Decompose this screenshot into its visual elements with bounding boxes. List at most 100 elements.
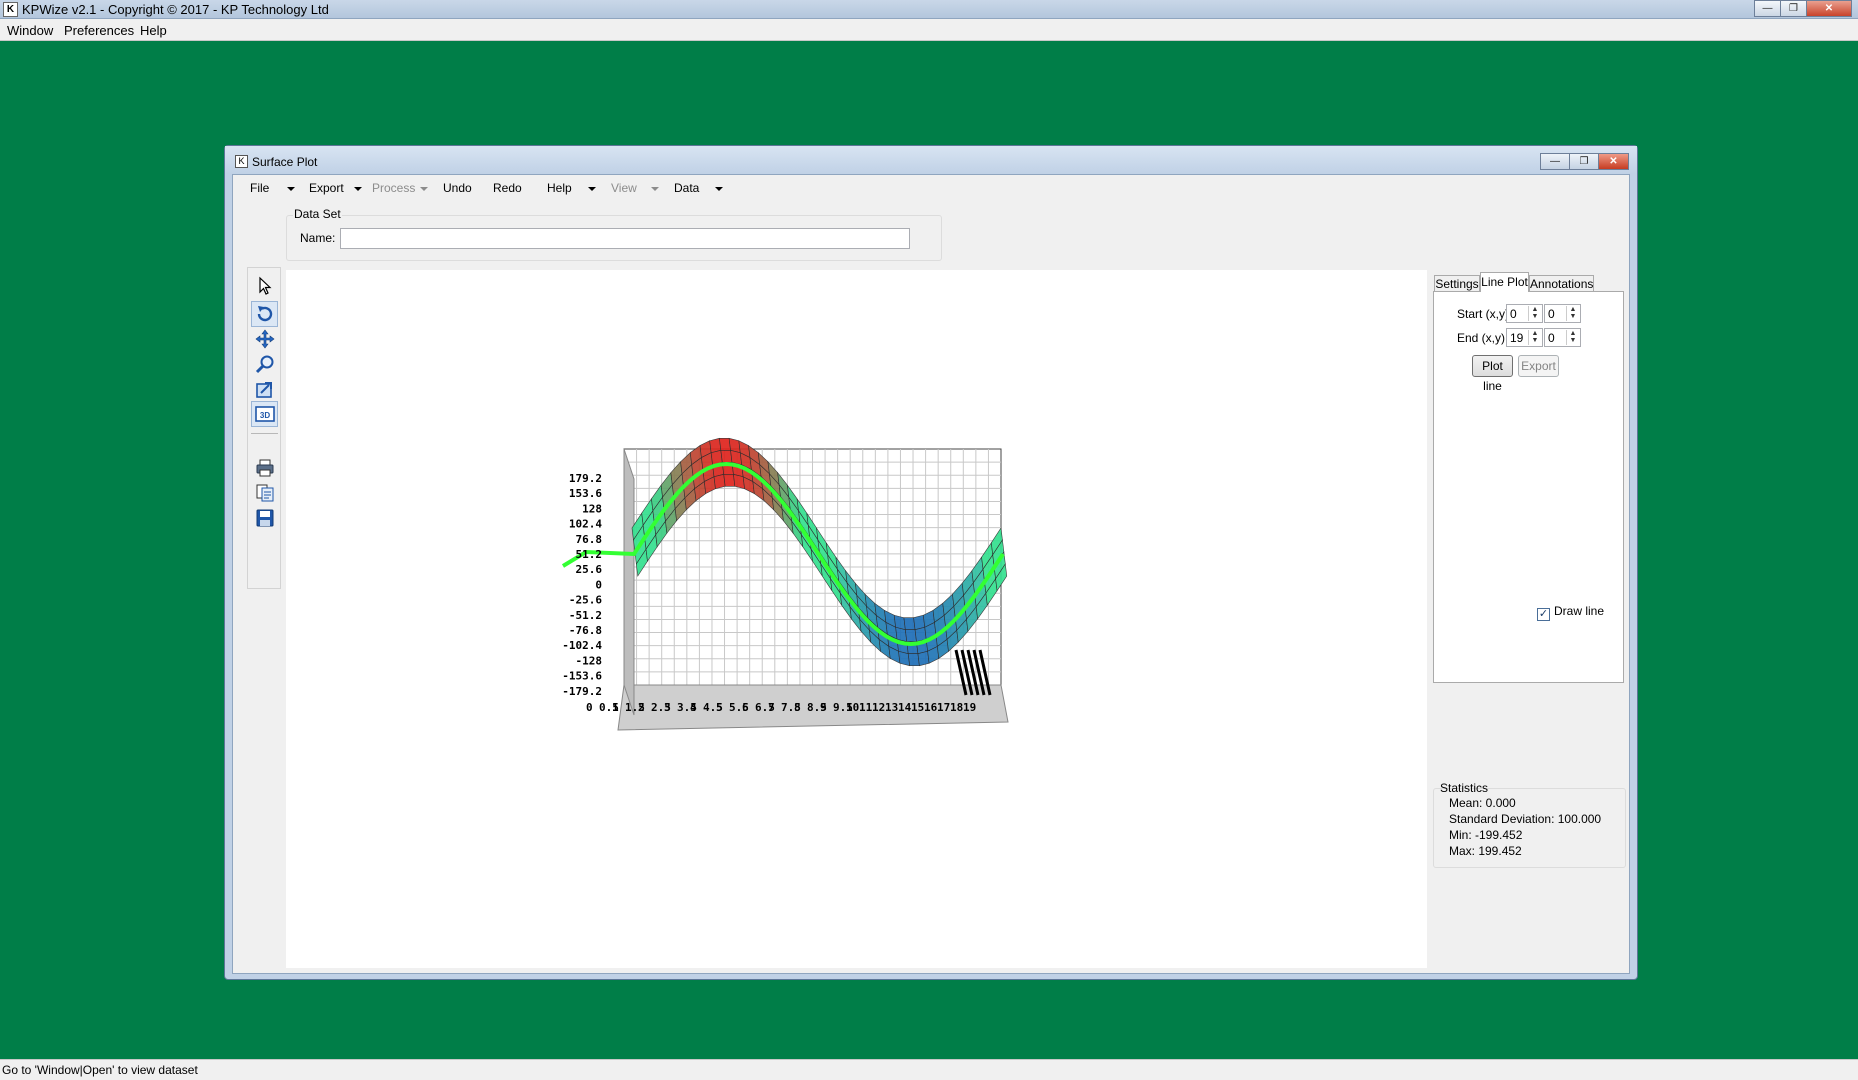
surface-patch	[719, 438, 731, 451]
menu-undo[interactable]: Undo	[443, 181, 472, 195]
end-y-stepper[interactable]: 0 ▲ ▼	[1544, 328, 1581, 347]
x-tick-label: 17	[937, 701, 950, 714]
zoom-box-icon[interactable]	[251, 376, 278, 402]
3d-view-icon[interactable]: 3D	[251, 401, 278, 427]
x-tick-label: 4	[690, 701, 697, 714]
x-tick-label: 18	[950, 701, 963, 714]
tab-line-plot[interactable]: Line Plot	[1480, 272, 1529, 292]
app-titlebar: K KPWize v2.1 - Copyright © 2017 - KP Te…	[0, 0, 1858, 19]
name-input[interactable]	[340, 228, 910, 249]
menu-help[interactable]: Help	[140, 23, 167, 38]
y-tick-label: -179.2	[562, 685, 602, 698]
end-x-value: 19	[1510, 331, 1524, 345]
y-tick-label: 51.2	[576, 548, 603, 561]
spinner-arrows-icon[interactable]: ▲ ▼	[1566, 306, 1579, 321]
surface-patch	[907, 653, 920, 666]
surface-patch	[720, 450, 733, 463]
rotate-icon[interactable]	[251, 301, 278, 327]
copy-icon[interactable]	[251, 480, 278, 506]
draw-line-label: Draw line	[1554, 604, 1605, 618]
tab-annotations[interactable]: Annotations	[1529, 275, 1594, 292]
close-button[interactable]: ✕	[1806, 0, 1852, 17]
window-minimize-button[interactable]: —	[1540, 153, 1570, 170]
menu-process[interactable]: Process	[372, 181, 415, 195]
draw-line-checkbox[interactable]: ✓ Draw line	[1537, 604, 1604, 621]
surface-patch	[904, 629, 917, 642]
menu-window[interactable]: Window	[7, 23, 53, 38]
menu-file[interactable]: File	[250, 181, 269, 195]
restore-button[interactable]: ❐	[1780, 0, 1807, 17]
y-tick-label: 102.4	[569, 518, 602, 531]
y-tick-label: 25.6	[576, 563, 603, 576]
end-x-stepper[interactable]: 19 ▲ ▼	[1506, 328, 1543, 347]
window-close-button[interactable]: ✕	[1598, 153, 1629, 170]
app-title: KPWize v2.1 - Copyright © 2017 - KP Tech…	[22, 2, 329, 17]
minimize-button[interactable]: —	[1754, 0, 1781, 17]
chevron-down-icon[interactable]	[588, 187, 596, 191]
menu-help-window[interactable]: Help	[547, 181, 572, 195]
spinner-arrows-icon[interactable]: ▲ ▼	[1566, 330, 1579, 345]
side-wall	[623, 448, 635, 716]
plot-line-button[interactable]: Plot line	[1472, 355, 1513, 393]
checkbox-icon[interactable]: ✓	[1537, 608, 1550, 621]
start-x-stepper[interactable]: 0 ▲ ▼	[1506, 304, 1543, 323]
statistics-legend: Statistics	[1440, 781, 1489, 795]
y-tick-label: 153.6	[569, 487, 602, 500]
window-restore-button[interactable]: ❐	[1569, 153, 1599, 170]
surface-patch	[917, 650, 930, 667]
surface-plot-canvas[interactable]: 179.2 153.6 128 102.4 76.8 51.2 25.6 0 -25.6 -51.…	[286, 270, 1427, 968]
spinner-arrows-icon[interactable]: ▲ ▼	[1528, 330, 1541, 345]
chevron-down-icon[interactable]	[715, 187, 723, 191]
save-icon[interactable]	[251, 505, 278, 531]
x-tick-label: 12	[872, 701, 885, 714]
plot-toolbar: 3D	[247, 267, 281, 589]
start-y-stepper[interactable]: 0 ▲ ▼	[1544, 304, 1581, 323]
window-body: File Export Process Undo Redo Help View …	[232, 174, 1630, 974]
svg-text:3D: 3D	[259, 411, 269, 420]
y-tick-label: -128	[576, 654, 603, 667]
name-label: Name:	[300, 231, 336, 245]
x-tick-label: 7	[768, 701, 775, 714]
status-bar: Go to 'Window|Open' to view dataset	[0, 1059, 1858, 1080]
line-plot-page: Start (x,y): 0 ▲ ▼ 0 ▲ ▼ End (x,y): 19 ▲ ▼ …	[1433, 291, 1624, 683]
chevron-down-icon[interactable]	[354, 187, 362, 191]
x-tick-label: 13	[885, 701, 898, 714]
pan-icon[interactable]	[251, 326, 278, 352]
surface-plot-window: K Surface Plot — ❐ ✕ File Export Process…	[224, 145, 1638, 980]
app-logo-icon: K	[3, 2, 18, 17]
x-tick-label: 19	[963, 701, 976, 714]
x-tick-label: 11	[859, 701, 873, 714]
menu-view[interactable]: View	[611, 181, 637, 195]
spinner-arrows-icon[interactable]: ▲ ▼	[1528, 306, 1541, 321]
x-tick-label: 14	[898, 701, 912, 714]
surface-plot-svg[interactable]: 179.2153.6128102.476.851.225.60-25.6-51.…	[286, 270, 1427, 968]
window-titlebar[interactable]: K Surface Plot — ❐ ✕	[225, 146, 1637, 174]
x-tick-label: 15	[911, 701, 924, 714]
menu-data[interactable]: Data	[674, 181, 699, 195]
status-text: Go to 'Window|Open' to view dataset	[2, 1063, 198, 1077]
chevron-down-icon[interactable]	[420, 187, 428, 191]
chevron-down-icon[interactable]	[651, 187, 659, 191]
print-icon[interactable]	[251, 455, 278, 481]
x-tick-label: 0	[586, 701, 593, 714]
x-tick-label: 8	[794, 701, 801, 714]
chevron-down-icon[interactable]	[287, 187, 295, 191]
x-tick-label: 9	[820, 701, 827, 714]
stat-mean: Mean: 0.000	[1449, 796, 1516, 810]
tab-settings[interactable]: Settings	[1434, 275, 1480, 292]
menu-export[interactable]: Export	[309, 181, 344, 195]
x-tick-label: 10	[846, 701, 859, 714]
stat-min: Min: -199.452	[1449, 828, 1523, 842]
x-tick-label: 1	[612, 701, 619, 714]
zoom-icon[interactable]	[251, 351, 278, 377]
end-label: End (x,y):	[1457, 331, 1509, 345]
panel-tabs: Settings Line Plot Annotations	[1433, 270, 1626, 292]
export-button[interactable]: Export	[1518, 355, 1559, 377]
menu-redo[interactable]: Redo	[493, 181, 522, 195]
menu-preferences[interactable]: Preferences	[64, 23, 134, 38]
dataset-group: Data Set Name:	[286, 207, 942, 261]
statistics-group: Statistics Mean: 0.000 Standard Deviatio…	[1433, 780, 1626, 966]
window-logo-icon: K	[235, 155, 248, 168]
surface-patch	[903, 617, 916, 630]
select-arrow-icon[interactable]	[251, 273, 278, 299]
